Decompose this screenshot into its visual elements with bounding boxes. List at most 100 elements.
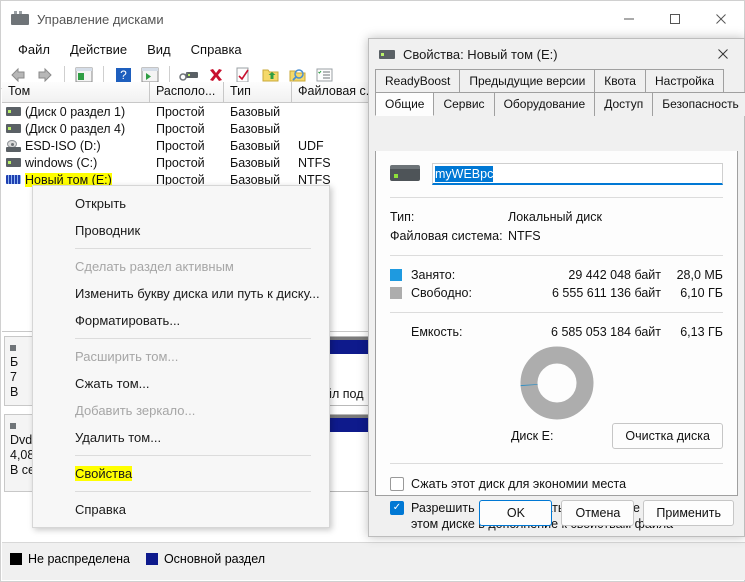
- maximize-button[interactable]: [652, 1, 698, 37]
- tab-sharing[interactable]: Доступ: [594, 92, 654, 116]
- tab-previous-versions[interactable]: Предыдущие версии: [459, 69, 596, 93]
- disk0-line2: 7: [10, 370, 17, 384]
- disk-icon: [10, 345, 16, 351]
- volume-type: Базовый: [230, 121, 281, 136]
- cd-icon: [6, 139, 21, 152]
- context-menu-item-change-drive-letter[interactable]: Изменить букву диска или путь к диску...: [33, 280, 329, 307]
- index-checkbox[interactable]: [390, 501, 404, 515]
- disk0-line3: В: [10, 385, 19, 399]
- cancel-button[interactable]: Отмена: [561, 500, 635, 526]
- divider: [390, 312, 723, 313]
- column-header-type[interactable]: Тип: [224, 82, 292, 102]
- dialog-buttons: OK Отмена Применить: [479, 500, 734, 526]
- volume-layout: Простой: [156, 104, 205, 119]
- context-menu-item-mark-active: Сделать раздел активным: [75, 259, 234, 274]
- volume-properties-dialog: Свойства: Новый том (E:) ReadyBoost Пред…: [368, 38, 745, 537]
- divider: [390, 255, 723, 256]
- toolbar-separator: [103, 65, 104, 84]
- dialog-title: Свойства: Новый том (E:): [403, 46, 558, 62]
- usage-label-free: Свободно:: [411, 286, 472, 300]
- minimize-button[interactable]: [606, 1, 652, 37]
- compress-checkbox[interactable]: [390, 477, 404, 491]
- usage-bytes-free: 6 555 611 136 байт: [551, 286, 661, 300]
- dialog-titlebar: Свойства: Новый том (E:): [369, 39, 744, 69]
- menu-file[interactable]: Файл: [9, 40, 59, 59]
- usage-swatch-free: [390, 287, 402, 299]
- volume-name-row: myWEBpc: [390, 163, 723, 185]
- context-menu-separator: [75, 338, 311, 339]
- menu-view[interactable]: Вид: [138, 40, 180, 59]
- tab-row-secondary: ReadyBoost Предыдущие версии Квота Настр…: [375, 69, 738, 93]
- tab-tools[interactable]: Сервис: [433, 92, 495, 116]
- usage-swatch-used: [390, 269, 402, 281]
- info-row-filesystem: Файловая система: NTFS: [390, 229, 723, 243]
- tab-row-primary: Общие Сервис Оборудование Доступ Безопас…: [375, 92, 745, 116]
- tab-readyboost[interactable]: ReadyBoost: [375, 69, 461, 93]
- context-menu-item-properties[interactable]: Свойства: [33, 460, 329, 487]
- info-value-filesystem: NTFS: [508, 229, 541, 243]
- toolbar-separator: [169, 65, 170, 84]
- compress-checkbox-row[interactable]: Сжать этот диск для экономии места: [390, 476, 723, 492]
- partition-icon: [6, 158, 21, 167]
- capacity-bytes: 6 585 053 184 байт: [551, 325, 661, 339]
- drive-label-row: Диск E: Очистка диска: [390, 423, 723, 449]
- volume-type: Базовый: [230, 155, 281, 170]
- context-menu: Открыть Проводник Сделать раздел активны…: [32, 185, 330, 528]
- usage-human-used: 28,0 МБ: [676, 268, 723, 282]
- context-menu-separator: [75, 248, 311, 249]
- info-key-filesystem: Файловая система:: [390, 229, 503, 243]
- volume-type: Базовый: [230, 104, 281, 119]
- partition-text: йл под: [325, 387, 364, 401]
- usage-row-used: Занято: 29 442 048 байт 28,0 МБ: [390, 268, 723, 282]
- column-header-layout[interactable]: Располо...: [150, 82, 224, 102]
- column-header-volume[interactable]: Том: [2, 82, 150, 102]
- context-menu-item-add-mirror: Добавить зеркало...: [75, 403, 196, 418]
- striped-icon: [6, 175, 21, 184]
- context-menu-separator: [75, 455, 311, 456]
- menu-action[interactable]: Действие: [61, 40, 136, 59]
- tab-security[interactable]: Безопасность: [652, 92, 745, 116]
- apply-button[interactable]: Применить: [643, 500, 734, 526]
- tab-quota[interactable]: Квота: [594, 69, 646, 93]
- volume-layout: Простой: [156, 155, 205, 170]
- context-menu-item-delete-volume[interactable]: Удалить том...: [33, 424, 329, 451]
- divider: [390, 197, 723, 198]
- tab-general[interactable]: Общие: [375, 92, 435, 116]
- tab-panel-general: myWEBpc Тип: Локальный диск Файловая сис…: [375, 151, 738, 531]
- capacity-label: Емкость:: [411, 325, 463, 339]
- context-menu-item-explore[interactable]: Проводник: [33, 217, 329, 244]
- legend-label-primary: Основной раздел: [163, 552, 266, 566]
- disk-management-icon: [11, 11, 29, 27]
- dialog-tabs: ReadyBoost Предыдущие версии Квота Настр…: [369, 69, 745, 116]
- toolbar-separator: [64, 65, 65, 84]
- drive-label: Диск E:: [510, 429, 554, 443]
- disk0-line1: Б: [10, 355, 19, 369]
- menu-help[interactable]: Справка: [182, 40, 251, 59]
- volume-label-value: myWEBpc: [435, 165, 494, 182]
- close-button[interactable]: [698, 1, 744, 37]
- partition-icon: [6, 124, 21, 133]
- dvd-line1: Dvd: [10, 433, 33, 447]
- usage-label-used: Занято:: [411, 268, 456, 282]
- cd-drive-icon: [10, 423, 16, 429]
- dialog-close-button[interactable]: [702, 39, 744, 69]
- context-menu-item-shrink-volume[interactable]: Сжать том...: [33, 370, 329, 397]
- ok-button[interactable]: OK: [479, 500, 553, 526]
- context-menu-item-format[interactable]: Форматировать...: [33, 307, 329, 334]
- capacity-row: Емкость: 6 585 053 184 байт 6,13 ГБ: [390, 325, 723, 339]
- capacity-human: 6,13 ГБ: [680, 325, 723, 339]
- tab-customize[interactable]: Настройка: [644, 69, 725, 93]
- context-menu-item-open[interactable]: Открыть: [33, 190, 329, 217]
- volume-type: Базовый: [230, 138, 281, 153]
- context-menu-item-help[interactable]: Справка: [33, 496, 329, 523]
- window-controls: [606, 1, 744, 37]
- tab-hardware[interactable]: Оборудование: [493, 92, 596, 116]
- svg-text:?: ?: [120, 68, 127, 82]
- donut-slice-free: [520, 346, 593, 420]
- info-row-type: Тип: Локальный диск: [390, 210, 723, 224]
- info-key-type: Тип:: [390, 210, 415, 224]
- window-title: Управление дисками: [37, 11, 164, 27]
- disk-cleanup-button[interactable]: Очистка диска: [612, 423, 723, 449]
- context-menu-separator: [75, 491, 311, 492]
- volume-label-input[interactable]: myWEBpc: [432, 163, 723, 185]
